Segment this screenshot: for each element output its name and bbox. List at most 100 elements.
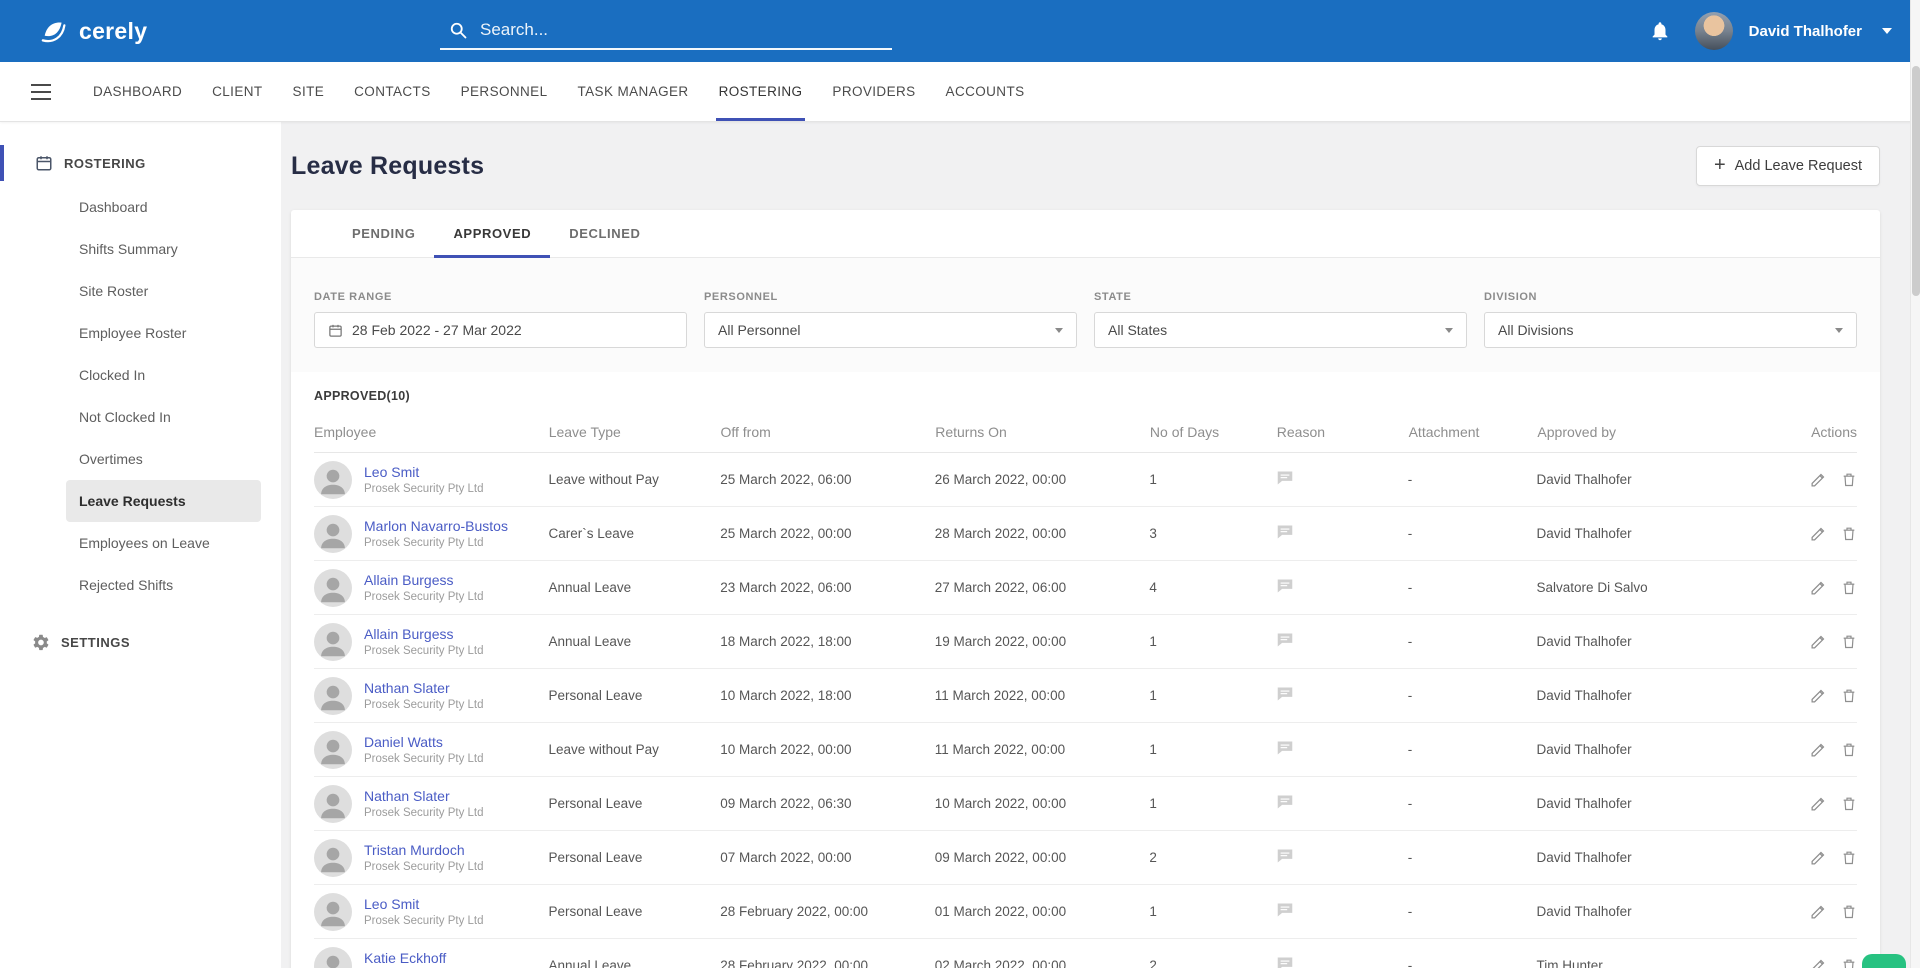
tab-pending[interactable]: PENDING	[333, 210, 434, 257]
comment-icon[interactable]	[1276, 686, 1294, 702]
delete-icon[interactable]	[1841, 525, 1857, 542]
sidebar-item-shifts-summary[interactable]: Shifts Summary	[66, 228, 261, 270]
tab-approved[interactable]: APPROVED	[434, 210, 550, 257]
nav-item-task-manager[interactable]: TASK MANAGER	[562, 62, 703, 121]
nav-item-contacts[interactable]: CONTACTS	[339, 62, 445, 121]
edit-icon[interactable]	[1810, 903, 1827, 920]
sidebar-item-overtimes[interactable]: Overtimes	[66, 438, 261, 480]
state-select[interactable]: All States	[1094, 312, 1467, 348]
attachment-cell: -	[1408, 472, 1537, 487]
employee-name-link[interactable]: Leo Smit	[364, 464, 484, 480]
employee-name-link[interactable]: Allain Burgess	[364, 572, 484, 588]
sidebar-item-leave-requests[interactable]: Leave Requests	[66, 480, 261, 522]
nav-item-personnel[interactable]: PERSONNEL	[446, 62, 563, 121]
nav-item-client[interactable]: CLIENT	[197, 62, 277, 121]
delete-icon[interactable]	[1841, 849, 1857, 866]
employee-name-link[interactable]: Tristan Murdoch	[364, 842, 484, 858]
nav-item-accounts[interactable]: ACCOUNTS	[931, 62, 1040, 121]
employee-name-link[interactable]: Katie Eckhoff	[364, 950, 484, 966]
user-name[interactable]: David Thalhofer	[1749, 23, 1862, 40]
column-header-off-from: Off from	[720, 424, 935, 440]
leave-type-cell: Annual Leave	[549, 634, 721, 649]
personnel-select[interactable]: All Personnel	[704, 312, 1077, 348]
sidebar-item-employees-on-leave[interactable]: Employees on Leave	[66, 522, 261, 564]
comment-icon[interactable]	[1276, 956, 1294, 968]
comment-icon[interactable]	[1276, 524, 1294, 540]
bell-icon[interactable]	[1649, 20, 1671, 42]
approved-by-cell: David Thalhofer	[1537, 850, 1810, 865]
days-cell: 3	[1149, 526, 1276, 541]
returns-on-cell: 19 March 2022, 00:00	[935, 634, 1150, 649]
nav-item-providers[interactable]: PROVIDERS	[817, 62, 930, 121]
sidebar-item-site-roster[interactable]: Site Roster	[66, 270, 261, 312]
delete-icon[interactable]	[1841, 741, 1857, 758]
add-leave-request-button[interactable]: + Add Leave Request	[1696, 146, 1880, 186]
actions-cell	[1810, 687, 1857, 704]
comment-icon[interactable]	[1276, 740, 1294, 756]
scrollbar-thumb[interactable]	[1912, 66, 1920, 296]
page-scrollbar[interactable]	[1910, 0, 1920, 968]
search-input[interactable]	[480, 20, 884, 40]
employee-name-link[interactable]: Nathan Slater	[364, 788, 484, 804]
employee-name-link[interactable]: Allain Burgess	[364, 626, 484, 642]
delete-icon[interactable]	[1841, 633, 1857, 650]
hamburger-menu-icon[interactable]	[30, 83, 52, 101]
off-from-cell: 10 March 2022, 00:00	[720, 742, 935, 757]
edit-icon[interactable]	[1810, 957, 1827, 968]
delete-icon[interactable]	[1841, 957, 1857, 968]
delete-icon[interactable]	[1841, 471, 1857, 488]
comment-icon[interactable]	[1276, 902, 1294, 918]
attachment-cell: -	[1408, 580, 1537, 595]
off-from-cell: 10 March 2022, 18:00	[720, 688, 935, 703]
nav-item-dashboard[interactable]: DASHBOARD	[78, 62, 197, 121]
reason-cell	[1276, 578, 1408, 597]
comment-icon[interactable]	[1276, 578, 1294, 594]
actions-cell	[1810, 579, 1857, 596]
delete-icon[interactable]	[1841, 687, 1857, 704]
off-from-cell: 07 March 2022, 00:00	[720, 850, 935, 865]
employee-name-link[interactable]: Marlon Navarro-Bustos	[364, 518, 508, 534]
comment-icon[interactable]	[1276, 470, 1294, 486]
edit-icon[interactable]	[1810, 633, 1827, 650]
comment-icon[interactable]	[1276, 632, 1294, 648]
plus-icon: +	[1714, 155, 1726, 175]
tab-declined[interactable]: DECLINED	[550, 210, 659, 257]
division-select[interactable]: All Divisions	[1484, 312, 1857, 348]
nav-item-rostering[interactable]: ROSTERING	[704, 62, 818, 121]
days-cell: 1	[1149, 472, 1276, 487]
reason-cell	[1276, 902, 1408, 921]
comment-icon[interactable]	[1276, 794, 1294, 810]
employee-name-link[interactable]: Daniel Watts	[364, 734, 484, 750]
sidebar-section-rostering[interactable]: ROSTERING	[0, 142, 281, 184]
comment-icon[interactable]	[1276, 848, 1294, 864]
edit-icon[interactable]	[1810, 525, 1827, 542]
column-header-leave-type: Leave Type	[549, 424, 721, 440]
edit-icon[interactable]	[1810, 579, 1827, 596]
delete-icon[interactable]	[1841, 579, 1857, 596]
user-avatar[interactable]	[1695, 12, 1733, 50]
delete-icon[interactable]	[1841, 903, 1857, 920]
edit-icon[interactable]	[1810, 687, 1827, 704]
sidebar: ROSTERING DashboardShifts SummarySite Ro…	[0, 122, 281, 968]
edit-icon[interactable]	[1810, 741, 1827, 758]
brand-name: cerely	[79, 18, 147, 45]
sidebar-item-dashboard[interactable]: Dashboard	[66, 186, 261, 228]
sidebar-section-settings[interactable]: SETTINGS	[0, 634, 281, 651]
sidebar-item-clocked-in[interactable]: Clocked In	[66, 354, 261, 396]
employee-name-link[interactable]: Nathan Slater	[364, 680, 484, 696]
edit-icon[interactable]	[1810, 849, 1827, 866]
nav-item-site[interactable]: SITE	[278, 62, 340, 121]
filter-state-label: STATE	[1094, 291, 1467, 303]
sidebar-item-not-clocked-in[interactable]: Not Clocked In	[66, 396, 261, 438]
sidebar-item-employee-roster[interactable]: Employee Roster	[66, 312, 261, 354]
date-range-input[interactable]: 28 Feb 2022 - 27 Mar 2022	[314, 312, 687, 348]
delete-icon[interactable]	[1841, 795, 1857, 812]
days-cell: 1	[1149, 688, 1276, 703]
chevron-down-icon[interactable]	[1882, 28, 1892, 34]
table-row: Allain Burgess Prosek Security Pty Ltd A…	[314, 561, 1857, 615]
edit-icon[interactable]	[1810, 471, 1827, 488]
sidebar-item-rejected-shifts[interactable]: Rejected Shifts	[66, 564, 261, 606]
edit-icon[interactable]	[1810, 795, 1827, 812]
chat-widget[interactable]	[1862, 954, 1906, 968]
employee-name-link[interactable]: Leo Smit	[364, 896, 484, 912]
